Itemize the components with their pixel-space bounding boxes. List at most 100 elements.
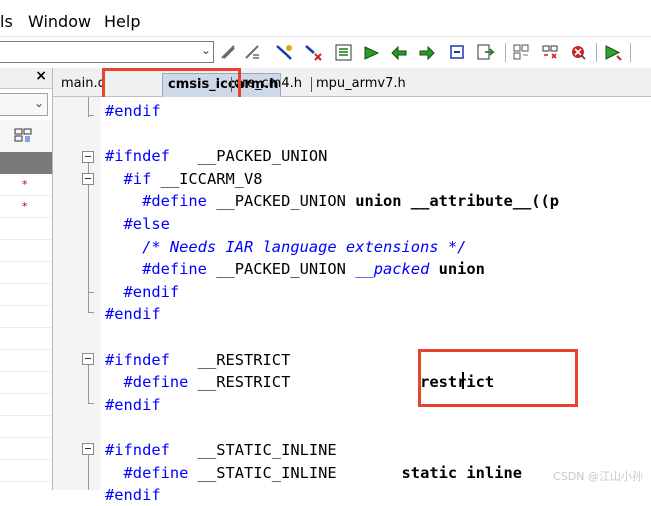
navigate-backward-icon[interactable]	[418, 43, 437, 62]
fold-end	[88, 115, 94, 116]
workspace-row[interactable]	[0, 262, 52, 284]
debug-icon[interactable]	[512, 43, 531, 62]
tab-core-cm4-h[interactable]: ore_cm4.h	[234, 76, 302, 91]
main-toolbar: ⌄	[0, 38, 651, 69]
menu-bar: ls Window Help	[0, 0, 651, 38]
workspace-row[interactable]	[0, 328, 52, 350]
columns-icon[interactable]	[14, 128, 32, 143]
fold-collapse-icon[interactable]	[82, 151, 94, 163]
build-config-combo[interactable]: ⌄	[0, 41, 214, 63]
navigate-forward-icon[interactable]	[448, 43, 467, 62]
code-token: __PACKED_UNION	[206, 192, 356, 211]
code-line[interactable]: #ifndef __PACKED_UNION	[105, 145, 327, 167]
toolbar-separator	[630, 43, 631, 62]
go-to-icon[interactable]	[334, 43, 353, 62]
close-icon[interactable]: ×	[35, 68, 47, 84]
find-next-icon[interactable]	[275, 43, 294, 62]
remove-breakpoint-icon[interactable]	[243, 43, 262, 62]
code-token: static inline	[401, 463, 522, 482]
workspace-panel-title: ×	[0, 68, 52, 89]
compile-icon[interactable]	[541, 43, 560, 62]
find-previous-icon[interactable]	[304, 43, 323, 62]
go-to-next-icon[interactable]	[362, 43, 381, 62]
code-token: /* Needs IAR language extensions */	[105, 237, 467, 256]
workspace-row[interactable]	[0, 416, 52, 438]
workspace-row[interactable]: *	[0, 174, 52, 196]
code-line[interactable]: #endif	[105, 303, 161, 325]
stop-build-icon[interactable]	[569, 43, 588, 62]
code-token: #define	[105, 463, 189, 482]
code-line[interactable]: #endif	[105, 100, 161, 122]
workspace-row[interactable]	[0, 394, 52, 416]
fold-line	[88, 455, 89, 490]
code-token: #ifndef	[105, 441, 170, 459]
workspace-config-combo[interactable]: ⌄	[0, 93, 48, 116]
modified-marker: *	[22, 200, 28, 213]
workspace-header	[0, 120, 52, 153]
menu-divider	[0, 36, 651, 37]
code-line[interactable]: #ifndef __STATIC_INLINE	[105, 439, 337, 461]
fold-collapse-icon[interactable]	[82, 443, 94, 455]
workspace-row[interactable]	[0, 460, 52, 482]
chevron-down-icon[interactable]: ⌄	[201, 43, 211, 57]
code-token: __PACKED_UNION	[206, 260, 356, 279]
workspace-row[interactable]	[0, 350, 52, 372]
code-line[interactable]: /* Needs IAR language extensions */	[105, 236, 466, 258]
code-line[interactable]: #define __STATIC_INLINE static inline	[105, 462, 522, 484]
code-token: #endif	[105, 305, 161, 324]
toolbar-separator	[505, 43, 506, 62]
code-line[interactable]: #define __PACKED_UNION __packed union	[105, 258, 485, 280]
code-token: #define	[105, 192, 207, 211]
workspace-row[interactable]	[0, 284, 52, 306]
workspace-row[interactable]	[0, 240, 52, 262]
chevron-down-icon[interactable]: ⌄	[34, 96, 44, 110]
toggle-breakpoint-icon[interactable]	[219, 43, 238, 62]
code-line[interactable]: #endif	[105, 281, 180, 303]
restrict-highlight-box	[418, 349, 578, 407]
code-token: #endif	[105, 282, 180, 301]
download-and-debug-icon[interactable]	[603, 43, 622, 62]
tab-separator	[311, 77, 312, 92]
modified-marker: *	[22, 178, 28, 191]
fold-line	[88, 97, 89, 117]
workspace-panel: × ⌄ * *	[0, 68, 53, 490]
code-line[interactable]: #endif	[105, 394, 161, 416]
tab-mpu-armv7-h[interactable]: mpu_armv7.h	[316, 76, 406, 91]
code-line[interactable]: #define __PACKED_UNION union __attribute…	[105, 190, 559, 212]
watermark: CSDN @江山小孙	[553, 470, 643, 483]
tab-main-c[interactable]: main.c	[61, 76, 105, 91]
code-token: __RESTRICT	[169, 350, 291, 369]
code-token: union __attribute__((p	[355, 192, 560, 211]
workspace-row[interactable]	[0, 438, 52, 460]
code-token: #endif	[105, 486, 161, 505]
workspace-selected-row[interactable]	[0, 152, 52, 174]
workspace-row[interactable]	[0, 372, 52, 394]
code-token: #endif	[105, 395, 161, 414]
code-token: __packed	[355, 260, 430, 279]
menu-help[interactable]: Help	[104, 12, 140, 31]
code-token: #if	[105, 169, 152, 188]
menu-window[interactable]: Window	[28, 12, 91, 31]
workspace-row[interactable]	[0, 218, 52, 240]
code-line[interactable]: #endif	[105, 484, 161, 506]
workspace-row[interactable]: *	[0, 196, 52, 218]
code-text[interactable]: #endif #ifndef __PACKED_UNION #if __ICCAR…	[105, 97, 651, 504]
code-token: #define	[105, 373, 189, 392]
fold-end	[88, 312, 94, 313]
fold-collapse-icon[interactable]	[82, 353, 94, 365]
fold-end	[88, 403, 94, 404]
fold-collapse-icon[interactable]	[82, 173, 94, 185]
bookmark-icon[interactable]	[390, 43, 409, 62]
code-line[interactable]: #else	[105, 213, 170, 235]
make-icon[interactable]	[476, 43, 495, 62]
code-line[interactable]: #if __ICCARM_V8	[105, 168, 263, 190]
fold-end	[88, 292, 94, 293]
code-token: __STATIC_INLINE	[169, 441, 337, 459]
fold-line	[88, 365, 89, 403]
menu-tools[interactable]: ls	[0, 12, 13, 31]
code-token: __RESTRICT	[188, 373, 421, 392]
workspace-row[interactable]	[0, 306, 52, 328]
code-token: #endif	[105, 102, 161, 120]
code-token: #define	[105, 260, 207, 279]
code-line[interactable]: #ifndef __RESTRICT	[105, 349, 290, 371]
